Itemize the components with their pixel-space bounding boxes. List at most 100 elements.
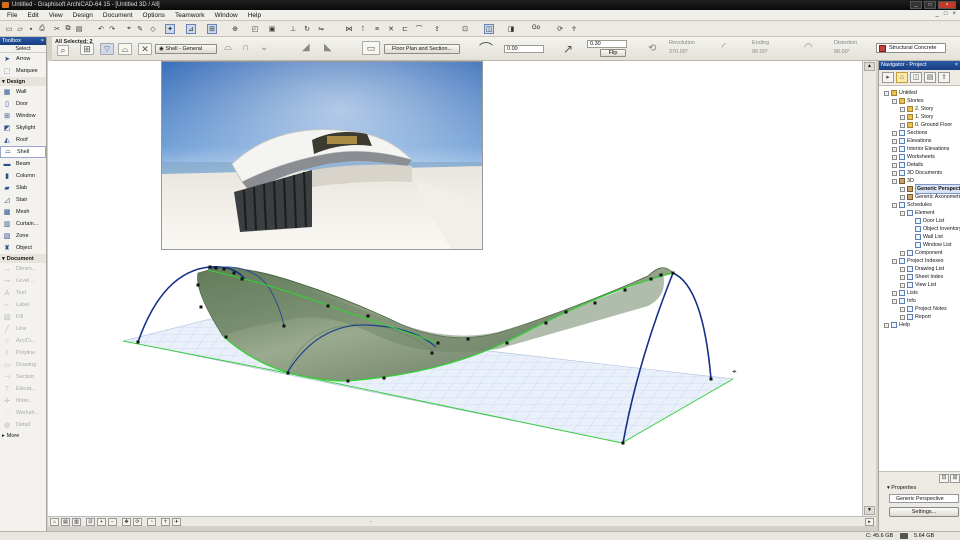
render-icon[interactable]: ◨ bbox=[506, 24, 516, 34]
tool-arc-circle[interactable]: ○ Arc/Ci... bbox=[0, 335, 46, 347]
properties-label[interactable]: ▾ Properties bbox=[887, 485, 916, 491]
hotspot-node[interactable] bbox=[430, 351, 434, 355]
document-section-header[interactable]: ▾ Document bbox=[0, 254, 46, 263]
scroll-down-icon[interactable]: ▼ bbox=[864, 506, 875, 515]
menu-options[interactable]: Options bbox=[139, 12, 169, 19]
camera-icon[interactable]: ◔ bbox=[147, 518, 156, 526]
tree-item[interactable]: − 2. Story bbox=[900, 105, 933, 113]
tool-dimension[interactable]: ↔ Dimen... bbox=[0, 263, 46, 275]
doc-restore-icon[interactable]: □ bbox=[944, 11, 948, 17]
favorites-icon[interactable]: ⊞ bbox=[80, 43, 94, 55]
tree-expander-icon[interactable]: − bbox=[900, 250, 905, 256]
tree-item[interactable]: − Elevations bbox=[892, 137, 931, 145]
hotspot-node[interactable] bbox=[199, 305, 203, 309]
copy-icon[interactable]: ⧉ bbox=[63, 24, 73, 34]
tree-item[interactable]: − Details bbox=[892, 161, 923, 169]
hotspot-node[interactable] bbox=[222, 267, 226, 271]
tree-item[interactable]: − 3D Documents bbox=[892, 169, 942, 177]
view-3d-icon[interactable]: ⌂ bbox=[50, 518, 59, 526]
tree-item[interactable]: − Stories bbox=[892, 97, 924, 105]
zoom-in-icon[interactable]: + bbox=[97, 518, 106, 526]
tool-detail[interactable]: ◍ Detail bbox=[0, 419, 46, 431]
go-label[interactable]: Go bbox=[532, 25, 540, 31]
thickness-field[interactable]: 0.00 bbox=[504, 45, 544, 53]
floor-plan-display-icon[interactable]: ▭ bbox=[362, 41, 380, 55]
fly-icon[interactable]: ✈ bbox=[172, 518, 181, 526]
selection-info-icon[interactable]: ⌕ bbox=[57, 45, 69, 56]
tool-slab[interactable]: ▰ Slab bbox=[0, 182, 46, 194]
paste-icon[interactable]: ▤ bbox=[74, 24, 84, 34]
fillet-icon[interactable]: ⌒ bbox=[414, 24, 424, 34]
tool-door[interactable]: ▯ Door bbox=[0, 98, 46, 110]
doc-close-icon[interactable]: × bbox=[952, 11, 956, 17]
menu-teamwork[interactable]: Teamwork bbox=[171, 12, 209, 19]
shell-settings-icon[interactable]: ⌓ bbox=[118, 43, 132, 55]
tool-interior-elevation[interactable]: ✛ IInter... bbox=[0, 395, 46, 407]
tool-arrow[interactable]: ➤ Arrow bbox=[0, 53, 46, 65]
arrange-icon[interactable]: ◰ bbox=[250, 24, 260, 34]
tool-stair[interactable]: ◿ Stair bbox=[0, 194, 46, 206]
hotspot-node[interactable] bbox=[136, 340, 140, 344]
tool-marquee[interactable]: ⬚ Marquee bbox=[0, 65, 46, 77]
tree-expander-icon[interactable]: − bbox=[892, 146, 897, 152]
tool-zone[interactable]: ▧ Zone bbox=[0, 230, 46, 242]
magic-wand-icon[interactable]: ✦ bbox=[165, 24, 175, 34]
tree-expander-icon[interactable]: − bbox=[900, 314, 905, 320]
tree-item[interactable]: − Sheet Index bbox=[900, 273, 943, 281]
tree-expander-icon[interactable]: − bbox=[892, 138, 897, 144]
tool-level-dimension[interactable]: ⊸ Level ... bbox=[0, 275, 46, 287]
trace-icon[interactable]: ⊕ bbox=[230, 24, 240, 34]
hotspot-node[interactable] bbox=[544, 321, 548, 325]
shell-form-c-icon[interactable]: ⌄ bbox=[260, 42, 268, 53]
open-file-icon[interactable]: ▱ bbox=[15, 24, 25, 34]
pick-up-icon[interactable]: ⌖ bbox=[124, 24, 134, 34]
tree-item[interactable]: − Worksheets bbox=[892, 153, 935, 161]
mirror-icon[interactable]: ⇋ bbox=[316, 24, 326, 34]
offset-icon[interactable]: ⊏ bbox=[400, 24, 410, 34]
walk-icon[interactable]: ☥ bbox=[569, 24, 579, 34]
toolbox-close-icon[interactable]: × bbox=[41, 37, 44, 45]
tool-mesh[interactable]: ▩ Mesh bbox=[0, 206, 46, 218]
tree-item[interactable]: −Generic Perspective bbox=[900, 184, 960, 194]
vertical-scrollbar[interactable]: ▲ ▼ bbox=[862, 61, 876, 516]
adjust-icon[interactable]: ⊺ bbox=[358, 24, 368, 34]
hotspot-node[interactable] bbox=[436, 341, 440, 345]
close-icon[interactable]: × bbox=[938, 1, 956, 9]
project-map-icon[interactable]: ⌂ bbox=[896, 72, 908, 83]
hotspot-node[interactable] bbox=[623, 288, 627, 292]
tree-expander-icon[interactable]: − bbox=[900, 186, 905, 192]
hotspot-node[interactable] bbox=[326, 304, 330, 308]
tree-expander-icon[interactable]: − bbox=[892, 170, 897, 176]
menu-help[interactable]: Help bbox=[244, 12, 265, 19]
print-icon[interactable]: ⎙ bbox=[37, 24, 47, 34]
tree-expander-icon[interactable]: − bbox=[892, 130, 897, 136]
tree-expander-icon[interactable]: − bbox=[892, 178, 897, 184]
tool-object[interactable]: ♜ Object bbox=[0, 242, 46, 254]
tree-item[interactable]: − 1. Story bbox=[900, 113, 933, 121]
material-dropdown[interactable]: Structural Concrete bbox=[876, 43, 946, 53]
explore-icon[interactable]: ☥ bbox=[161, 518, 170, 526]
layout-book-icon[interactable]: ▤ bbox=[924, 72, 936, 83]
tool-skylight[interactable]: ◩ Skylight bbox=[0, 122, 46, 134]
shell-3d-model[interactable]: ⌖ bbox=[48, 61, 876, 516]
tool-section[interactable]: ⊣ Section bbox=[0, 371, 46, 383]
layer-settings-icon[interactable]: ✕ bbox=[138, 43, 152, 55]
tool-fill[interactable]: ▨ Fill bbox=[0, 311, 46, 323]
tree-item[interactable]: − Project Notes bbox=[900, 305, 947, 313]
hotspot-node[interactable] bbox=[208, 265, 212, 269]
tool-elevation[interactable]: ⊤ Elevat... bbox=[0, 383, 46, 395]
tool-column[interactable]: ▮ Column bbox=[0, 170, 46, 182]
tree-item[interactable]: − Project Indexes bbox=[892, 257, 944, 265]
redo-icon[interactable]: ↷ bbox=[107, 24, 117, 34]
hotspot-node[interactable] bbox=[593, 301, 597, 305]
tree-item[interactable]: − Schedules bbox=[892, 201, 932, 209]
contour-b-icon[interactable]: ◣ bbox=[324, 42, 332, 53]
tool-wall[interactable]: ▦ Wall bbox=[0, 86, 46, 98]
properties-view-name[interactable]: Generic Perspective bbox=[889, 494, 959, 503]
snap-guide-icon[interactable]: ⊿ bbox=[186, 24, 196, 34]
new-file-icon[interactable]: ▭ bbox=[4, 24, 14, 34]
inject-icon[interactable]: ✎ bbox=[135, 24, 145, 34]
tree-item[interactable]: − 3D bbox=[892, 177, 914, 185]
tree-expander-icon[interactable]: − bbox=[900, 266, 905, 272]
hotspot-node[interactable] bbox=[671, 271, 675, 275]
